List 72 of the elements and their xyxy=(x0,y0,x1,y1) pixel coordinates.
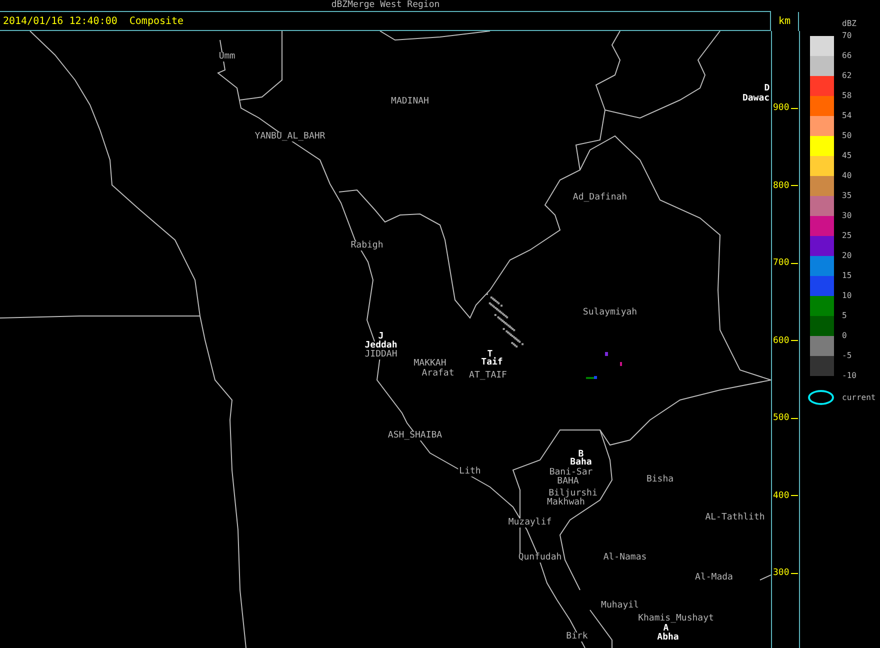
legend-value: 20 xyxy=(842,252,852,262)
product-title: dBZMerge West Region xyxy=(331,0,440,11)
legend-value: 58 xyxy=(842,92,852,102)
place-label: Taif xyxy=(480,358,504,368)
place-label: MAKKAH xyxy=(412,360,448,368)
place-label: Umm xyxy=(218,52,236,62)
axis-tick-label: 600 xyxy=(773,336,790,346)
place-label: YANBU_AL_BAHR xyxy=(254,132,326,142)
legend-value: 15 xyxy=(842,272,852,282)
legend-value: 45 xyxy=(842,152,852,162)
axis-tick-label: 800 xyxy=(773,180,790,190)
place-label: ASH_SHAIBA xyxy=(386,432,444,440)
legend-value: 30 xyxy=(842,212,852,222)
tick-mark xyxy=(791,185,798,186)
place-label: Ad_Dafinah xyxy=(572,194,628,202)
place-label: Al-Namas xyxy=(602,554,648,562)
ellipse-icon xyxy=(808,390,834,405)
legend-value: 10 xyxy=(842,292,852,302)
place-label: Lith xyxy=(458,468,482,476)
legend-value: 5 xyxy=(842,312,847,322)
legend-value: 70 xyxy=(842,32,852,42)
axis-unit: km xyxy=(778,16,791,27)
place-label: B xyxy=(577,450,585,460)
place-label: Muzaylif xyxy=(507,518,553,528)
place-label: Qunfudah xyxy=(517,554,563,562)
place-label: MADINAH xyxy=(390,98,430,106)
axis-tick-label: 900 xyxy=(773,103,790,113)
place-label: Baha xyxy=(569,458,593,468)
timestamp: 2014/01/16 12:40:00 xyxy=(3,16,118,26)
place-label: Bisha xyxy=(645,476,675,484)
place-label: Jeddah xyxy=(364,342,398,350)
place-label: A xyxy=(662,624,670,634)
axis-tick-label: 400 xyxy=(773,490,790,500)
legend-value: 54 xyxy=(842,112,852,122)
legend-value: 25 xyxy=(842,232,852,242)
place-label: Abha xyxy=(656,634,680,642)
tick-mark xyxy=(791,495,798,496)
place-label: BAHA xyxy=(556,478,580,486)
tick-mark xyxy=(791,340,798,341)
legend-value: 62 xyxy=(842,72,852,82)
place-label: Muhayil xyxy=(600,602,640,610)
place-label: JIDDAH xyxy=(364,350,398,360)
legend-value: 50 xyxy=(842,132,852,142)
place-label: Arafat xyxy=(420,370,456,378)
place-label: Khamis_Mushayt xyxy=(637,614,715,624)
place-label: Birk xyxy=(565,632,589,642)
place-label: AL-Tathlith xyxy=(704,514,766,522)
place-label: Sulaymiyah xyxy=(582,308,638,318)
axis-tick-label: 500 xyxy=(773,413,790,423)
legend-value: 66 xyxy=(842,52,852,62)
tick-mark xyxy=(791,572,798,574)
place-label: Al-Mada xyxy=(694,574,734,582)
place-label: Rabigh xyxy=(350,242,384,250)
place-label: AT_TAIF xyxy=(468,372,508,380)
legend-value: -5 xyxy=(842,352,852,362)
legend-unit: dBZ xyxy=(842,19,856,30)
axis-tick-label: 300 xyxy=(773,568,790,578)
legend-value: -10 xyxy=(842,372,856,380)
product-name: Composite xyxy=(129,16,184,26)
legend-value: 40 xyxy=(842,172,852,182)
marker-legend-label: current xyxy=(842,393,876,402)
legend-value: 35 xyxy=(842,192,852,202)
place-label: Makhwah xyxy=(546,498,586,508)
place-label: J xyxy=(377,332,385,342)
place-label: Dawac xyxy=(741,94,771,104)
place-label: T xyxy=(486,350,494,360)
place-label: Bani-Sar xyxy=(548,468,594,478)
tick-mark xyxy=(791,262,798,264)
place-label: D xyxy=(763,84,771,94)
legend-value: 0 xyxy=(842,332,847,342)
place-label: Biljurshi xyxy=(548,490,598,498)
axis-tick-label: 700 xyxy=(773,258,790,268)
